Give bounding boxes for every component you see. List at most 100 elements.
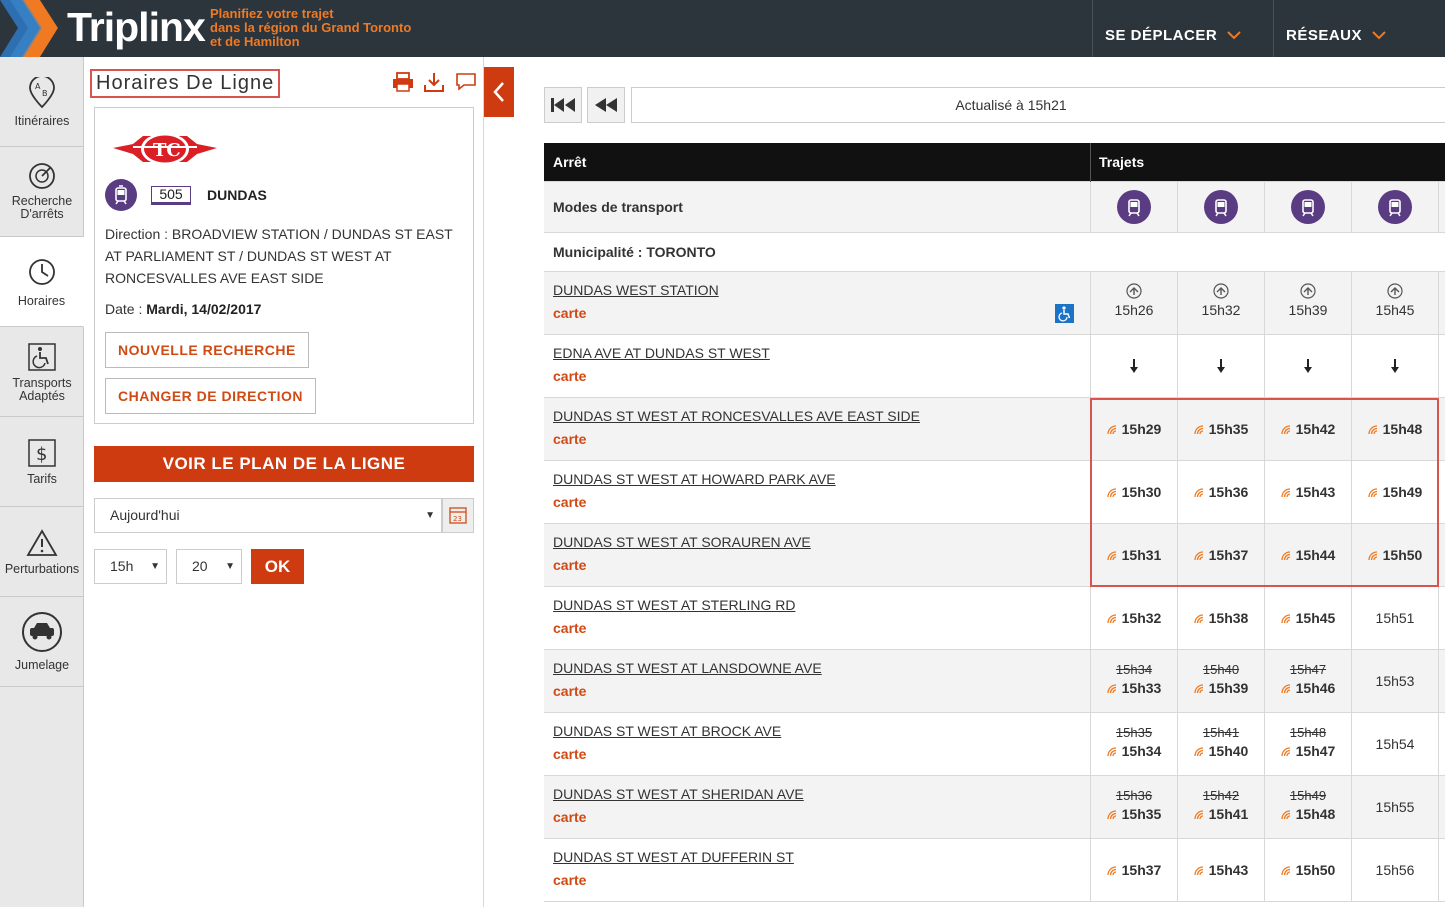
sidebar-item-recherche-arrets[interactable]: Recherche D'arrêts [0,147,84,237]
updated-status: Actualisé à 15h21 [631,87,1445,123]
stop-name-link[interactable]: DUNDAS ST WEST AT SORAUREN AVE [553,534,811,550]
arrow-down-icon [1130,359,1138,373]
download-icon[interactable] [423,71,445,95]
calendar-button[interactable]: 23 [442,498,474,533]
departure-icon [1213,283,1229,299]
table-row: DUNDAS ST WEST AT STERLING RD carte 15h32 1… [544,587,1445,650]
trip-time-cell: 15h32 [1090,587,1177,649]
realtime-icon [1367,425,1377,435]
ok-button[interactable]: OK [251,549,304,584]
sidebar-item-horaires[interactable]: Horaires [0,237,84,327]
stop-name-link[interactable]: DUNDAS ST WEST AT RONCESVALLES AVE EAST … [553,408,920,424]
page-title: Horaires De Ligne [90,69,281,98]
view-route-map-button[interactable]: VOIR LE PLAN DE LA LIGNE [94,446,474,482]
arrow-down-icon [1391,359,1399,373]
realtime-icon [1106,866,1116,876]
route-number: 505 [151,186,191,205]
stop-name-link[interactable]: DUNDAS ST WEST AT DUFFERIN ST [553,849,794,865]
hour-select[interactable]: 15h ▼ [94,549,167,584]
realtime-icon [1193,614,1203,624]
trip-time-cell: 15h40 15h39 [1177,650,1264,712]
minute-select[interactable]: 20 ▼ [176,549,242,584]
previous-page-button[interactable] [587,87,625,123]
realtime-icon [1106,488,1116,498]
stop-name-link[interactable]: DUNDAS ST WEST AT SHERIDAN AVE [553,786,804,802]
wheelchair-icon [28,343,56,371]
schedule-search-panel: Horaires De Ligne TC 505 DUNDAS Directio… [85,57,484,907]
svg-text:B: B [42,89,48,98]
stop-map-link[interactable]: carte [553,683,586,699]
realtime-icon [1193,488,1203,498]
route-info-box: TC 505 DUNDAS Direction : BROADVIEW STAT… [94,107,474,424]
direction-text: Direction : BROADVIEW STATION / DUNDAS S… [105,226,453,286]
table-row: DUNDAS ST WEST AT RONCESVALLES AVE EAST … [544,398,1445,461]
print-icon[interactable] [392,71,414,95]
realtime-icon [1193,866,1203,876]
table-row: DUNDAS ST WEST AT LANSDOWNE AVE carte 15h3… [544,650,1445,713]
route-name: DUNDAS [207,187,267,203]
dropdown-arrow-icon: ▼ [425,510,435,521]
trip-time-cell: 15h31 [1090,524,1177,586]
stop-map-link[interactable]: carte [553,809,586,825]
sidebar-item-jumelage[interactable]: Jumelage [0,597,84,687]
chevron-down-icon [1372,27,1386,43]
table-header: Arrêt Trajets [544,143,1445,182]
sidebar-item-tarifs[interactable]: $ Tarifs [0,417,84,507]
trip-time-cell: 15h39 [1264,272,1351,334]
stop-name-link[interactable]: EDNA AVE AT DUNDAS ST WEST [553,345,770,361]
trip-time-cell [1351,335,1438,397]
trip-time-cell: 15h54 [1351,713,1438,775]
trip-time-cell: 15h36 15h35 [1090,776,1177,838]
trip-time-cell: 15h37 [1090,839,1177,901]
new-search-button[interactable]: NOUVELLE RECHERCHE [105,332,309,368]
trip-time-cell: 15h34 15h33 [1090,650,1177,712]
nav-reseaux[interactable]: RÉSEAUX [1273,0,1445,57]
stop-name-link[interactable]: DUNDAS ST WEST AT BROCK AVE [553,723,781,739]
sidebar-item-itineraires[interactable]: A B Itinéraires [0,57,84,147]
realtime-icon [1280,488,1290,498]
table-row: DUNDAS ST WEST AT DUFFERIN ST carte 15h37 1… [544,839,1445,902]
sidebar-item-transports-adaptes[interactable]: Transports Adaptés [0,327,84,417]
collapse-panel-button[interactable] [484,67,514,117]
stop-map-link[interactable]: carte [553,305,586,321]
stop-name-link[interactable]: DUNDAS ST WEST AT LANSDOWNE AVE [553,660,822,676]
table-row: DUNDAS ST WEST AT SHERIDAN AVE carte 15h36… [544,776,1445,839]
stop-map-link[interactable]: carte [553,620,586,636]
trip-time-cell: 15h47 15h46 [1264,650,1351,712]
comment-icon[interactable] [455,71,477,95]
stop-map-link[interactable]: carte [553,746,586,762]
trip-time-cell: 15h30 [1090,461,1177,523]
realtime-icon [1193,684,1203,694]
logo-text[interactable]: Triplinx [67,4,206,51]
realtime-icon [1280,810,1290,820]
day-select[interactable]: Aujourd'hui ▼ [94,498,442,533]
first-page-button[interactable] [544,87,582,123]
realtime-icon [1106,425,1116,435]
stop-map-link[interactable]: carte [553,872,586,888]
stop-name-link[interactable]: DUNDAS ST WEST AT HOWARD PARK AVE [553,471,836,487]
stop-map-link[interactable]: carte [553,557,586,573]
municipality-row: Municipalité : TORONTO [544,233,1445,272]
stop-map-link[interactable]: carte [553,494,586,510]
triplinx-logo-icon[interactable] [0,0,64,57]
svg-text:A: A [35,82,41,91]
trip-time-cell: 15h45 [1264,587,1351,649]
trip-time-cell: 15h49 [1351,461,1438,523]
trip-time-cell: 15h51 [1351,587,1438,649]
trip-time-cell: 15h55 [1351,776,1438,838]
stop-map-link[interactable]: carte [553,368,586,384]
stop-map-link[interactable]: carte [553,431,586,447]
trip-time-cell: 15h38 [1177,587,1264,649]
tram-mode-icon [1177,182,1264,232]
stop-name-link[interactable]: DUNDAS ST WEST AT STERLING RD [553,597,795,613]
change-direction-button[interactable]: CHANGER DE DIRECTION [105,378,317,414]
stop-name-link[interactable]: DUNDAS WEST STATION [553,282,719,298]
sidebar-item-perturbations[interactable]: Perturbations [0,507,84,597]
realtime-icon [1280,425,1290,435]
trip-time-cell: 15h45 [1351,272,1438,334]
realtime-icon [1367,551,1377,561]
departure-icon [1300,283,1316,299]
trip-time-cell: 15h26 [1090,272,1177,334]
trip-time-cell: 15h56 [1351,839,1438,901]
nav-se-deplacer[interactable]: SE DÉPLACER [1092,0,1273,57]
